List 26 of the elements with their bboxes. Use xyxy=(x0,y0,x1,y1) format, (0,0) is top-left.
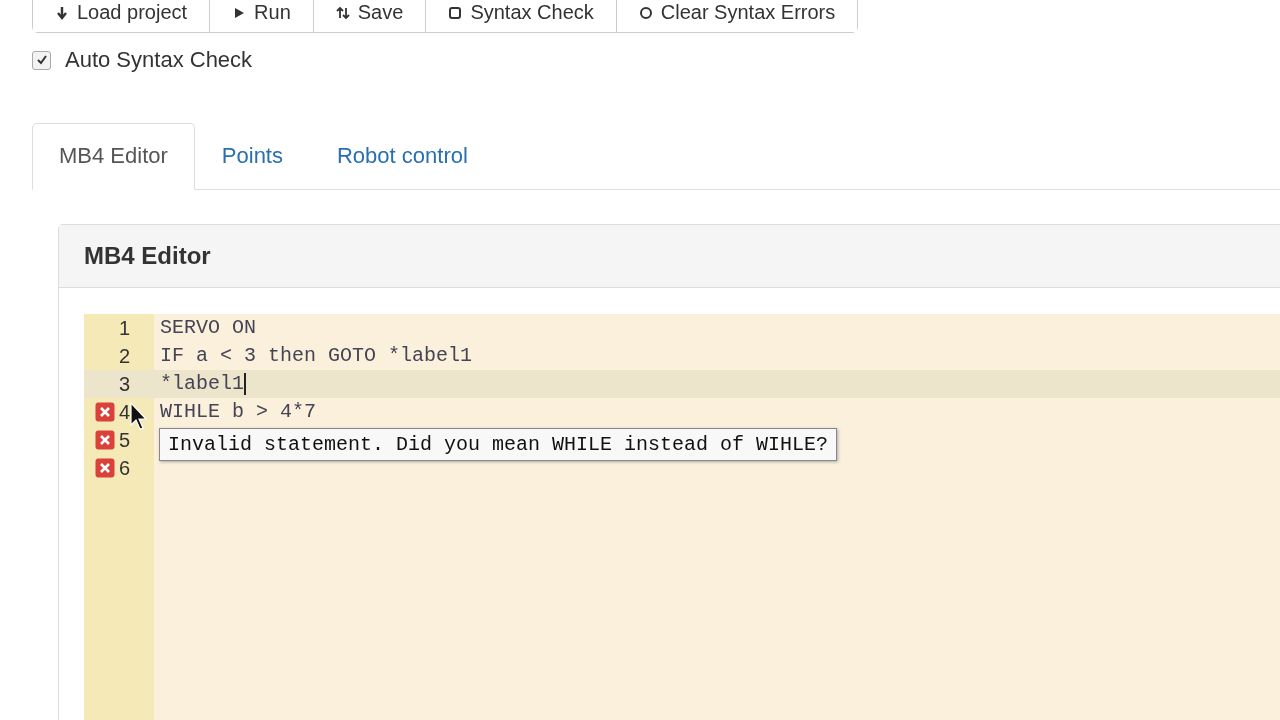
line-number: 3 xyxy=(118,372,130,397)
error-tooltip: Invalid statement. Did you mean WHILE instead of WIHLE? xyxy=(159,428,838,461)
tab[interactable]: Robot control xyxy=(310,123,495,190)
checkbox[interactable] xyxy=(32,50,51,70)
code-line: WIHLE b > 4*7 xyxy=(160,400,317,423)
line-number: 6 xyxy=(118,456,130,481)
line-number: 5 xyxy=(118,428,130,453)
line-number: 4 xyxy=(118,400,130,425)
code-line: IF a < 3 then GOTO *label1 xyxy=(160,344,473,367)
line-number: 1 xyxy=(118,316,130,341)
checkbox-label: Auto Syntax Check xyxy=(65,47,253,73)
download-icon xyxy=(55,5,69,20)
tab[interactable]: MB4 Editor xyxy=(32,123,195,190)
circle-icon xyxy=(638,5,653,20)
code-line: *label1 xyxy=(160,372,244,395)
checkmark-icon xyxy=(35,54,48,66)
code-line: SERVO ON xyxy=(160,316,256,339)
tab[interactable]: Points xyxy=(194,123,310,190)
mouse-pointer-icon xyxy=(130,402,148,430)
text-cursor xyxy=(244,372,246,395)
square-icon xyxy=(448,5,463,20)
line-number: 2 xyxy=(118,344,130,369)
toolbar-button[interactable]: Load project xyxy=(33,0,211,32)
code-editor[interactable]: 1 2 3 4 5 6 SERVO ON IF a < 3 then GOTO *label1 *label1 WIHLE b > 4*7 Invalid statement. Did you mean WHILE instead of WIHLE? xyxy=(84,314,1280,720)
panel-title: MB4 Editor xyxy=(59,225,1280,288)
up-down-arrows-icon xyxy=(335,5,350,20)
